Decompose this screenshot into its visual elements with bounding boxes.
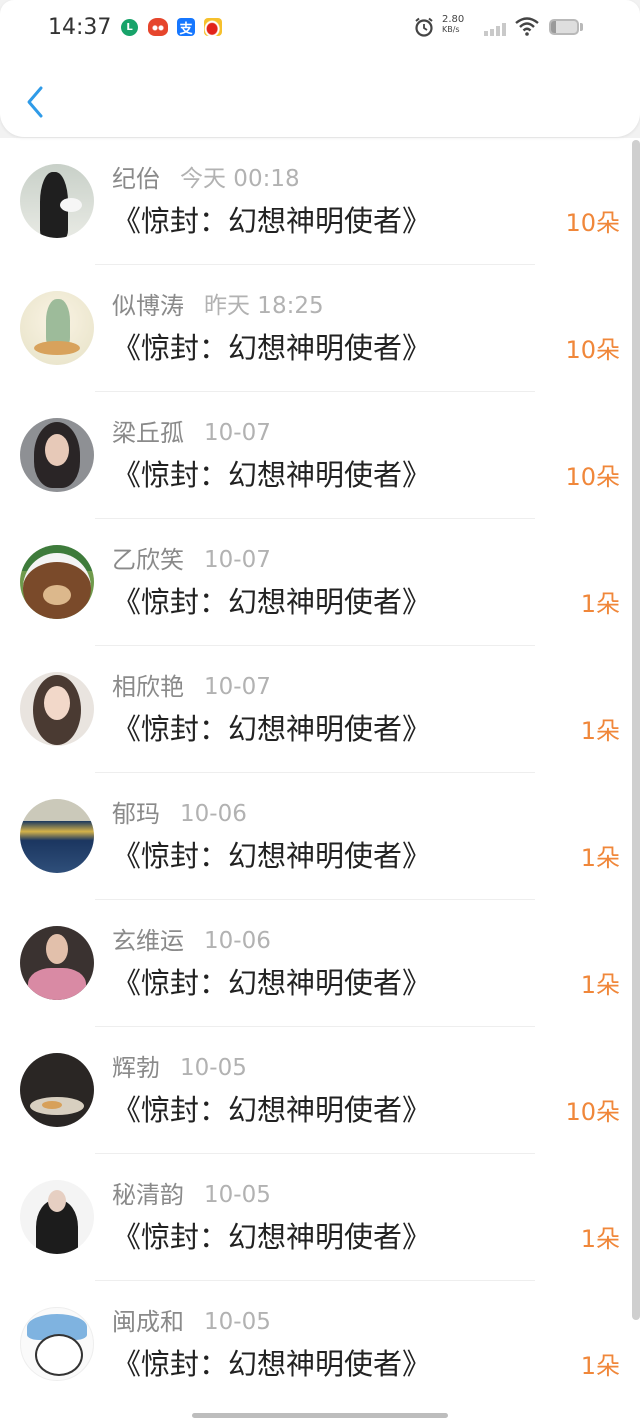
flower-count: 10朵	[565, 336, 620, 364]
book-title: 《惊封：幻想神明使者》	[112, 1347, 432, 1381]
sender-name[interactable]: 辉勃	[112, 1053, 160, 1083]
l-app-icon: L	[121, 19, 138, 36]
avatar[interactable]	[20, 545, 94, 619]
chevron-left-icon	[27, 86, 43, 118]
book-title: 《惊封：幻想神明使者》	[112, 712, 432, 746]
list-item[interactable]: 郁玛 10-06 《惊封：幻想神明使者》 1朵	[0, 773, 640, 900]
avatar[interactable]	[20, 672, 94, 746]
list-item[interactable]: 相欣艳 10-07 《惊封：幻想神明使者》 1朵	[0, 646, 640, 773]
item-meta: 相欣艳 10-07	[112, 672, 271, 702]
item-meta: 梁丘孤 10-07	[112, 418, 271, 448]
avatar[interactable]	[20, 164, 94, 238]
sent-time: 10-07	[204, 547, 271, 573]
back-button[interactable]	[18, 82, 52, 122]
list-item[interactable]: 玄维运 10-06 《惊封：幻想神明使者》 1朵	[0, 900, 640, 1027]
network-speed-unit: KB/s	[442, 25, 460, 34]
sent-time: 10-06	[180, 801, 247, 827]
signal-icon	[484, 23, 506, 36]
weibo-icon	[204, 18, 222, 36]
sender-name[interactable]: 似博涛	[112, 291, 184, 321]
list-item[interactable]: 闽成和 10-05 《惊封：幻想神明使者》 1朵	[0, 1281, 640, 1408]
header: 14:37 L 支 2.80 KB/s	[0, 0, 640, 137]
sender-name[interactable]: 郁玛	[112, 799, 160, 829]
list-item[interactable]: 秘清韵 10-05 《惊封：幻想神明使者》 1朵	[0, 1154, 640, 1281]
item-meta: 乙欣笑 10-07	[112, 545, 271, 575]
book-title: 《惊封：幻想神明使者》	[112, 966, 432, 1000]
sent-time: 10-07	[204, 674, 271, 700]
sent-time: 10-06	[204, 928, 271, 954]
sender-name[interactable]: 玄维运	[112, 926, 184, 956]
home-indicator[interactable]	[192, 1413, 448, 1418]
item-meta: 辉勃 10-05	[112, 1053, 247, 1083]
sent-time: 10-05	[180, 1055, 247, 1081]
book-title: 《惊封：幻想神明使者》	[112, 1093, 432, 1127]
sender-name[interactable]: 秘清韵	[112, 1180, 184, 1210]
list-item[interactable]: 纪佁 今天 00:18 《惊封：幻想神明使者》 10朵	[0, 138, 640, 265]
status-time: 14:37	[48, 15, 112, 40]
item-meta: 秘清韵 10-05	[112, 1180, 271, 1210]
item-meta: 闽成和 10-05	[112, 1307, 271, 1337]
wifi-icon	[515, 17, 539, 36]
flower-count: 1朵	[580, 844, 620, 872]
network-speed: 2.80 KB/s	[442, 14, 470, 35]
avatar[interactable]	[20, 1180, 94, 1254]
network-speed-value: 2.80	[442, 14, 465, 25]
flower-count: 1朵	[580, 1352, 620, 1380]
battery-level	[551, 21, 557, 33]
sent-time: 10-07	[204, 420, 271, 446]
book-title: 《惊封：幻想神明使者》	[112, 585, 432, 619]
book-title: 《惊封：幻想神明使者》	[112, 839, 432, 873]
sent-time: 今天 00:18	[180, 166, 300, 192]
alarm-icon	[415, 17, 433, 37]
book-title: 《惊封：幻想神明使者》	[112, 458, 432, 492]
item-meta: 郁玛 10-06	[112, 799, 247, 829]
sender-name[interactable]: 纪佁	[112, 164, 160, 194]
flower-count: 1朵	[580, 971, 620, 999]
battery-tip	[580, 23, 583, 31]
battery-icon	[549, 19, 579, 35]
flower-count: 10朵	[565, 209, 620, 237]
sent-time: 10-05	[204, 1309, 271, 1335]
sent-time: 10-05	[204, 1182, 271, 1208]
avatar[interactable]	[20, 418, 94, 492]
list-item[interactable]: 梁丘孤 10-07 《惊封：幻想神明使者》 10朵	[0, 392, 640, 519]
item-meta: 玄维运 10-06	[112, 926, 271, 956]
flower-count: 1朵	[580, 717, 620, 745]
item-meta: 似博涛 昨天 18:25	[112, 291, 324, 321]
item-meta: 纪佁 今天 00:18	[112, 164, 300, 194]
scrollbar[interactable]	[632, 140, 640, 1320]
flower-count: 10朵	[565, 1098, 620, 1126]
list-item[interactable]: 似博涛 昨天 18:25 《惊封：幻想神明使者》 10朵	[0, 265, 640, 392]
sent-time: 昨天 18:25	[204, 293, 324, 319]
gift-list: 纪佁 今天 00:18 《惊封：幻想神明使者》 10朵 似博涛 昨天 18:25…	[0, 138, 640, 1422]
avatar[interactable]	[20, 1307, 94, 1381]
list-item[interactable]: 辉勃 10-05 《惊封：幻想神明使者》 10朵	[0, 1027, 640, 1154]
book-title: 《惊封：幻想神明使者》	[112, 204, 432, 238]
avatar[interactable]	[20, 291, 94, 365]
sender-name[interactable]: 乙欣笑	[112, 545, 184, 575]
avatar[interactable]	[20, 1053, 94, 1127]
avatar[interactable]	[20, 926, 94, 1000]
flower-count: 1朵	[580, 590, 620, 618]
sender-name[interactable]: 梁丘孤	[112, 418, 184, 448]
red-app-icon	[148, 18, 168, 36]
book-title: 《惊封：幻想神明使者》	[112, 1220, 432, 1254]
flower-count: 1朵	[580, 1225, 620, 1253]
avatar[interactable]	[20, 799, 94, 873]
book-title: 《惊封：幻想神明使者》	[112, 331, 432, 365]
flower-count: 10朵	[565, 463, 620, 491]
alipay-icon: 支	[177, 18, 195, 37]
sender-name[interactable]: 闽成和	[112, 1307, 184, 1337]
sender-name[interactable]: 相欣艳	[112, 672, 184, 702]
list-item[interactable]: 乙欣笑 10-07 《惊封：幻想神明使者》 1朵	[0, 519, 640, 646]
